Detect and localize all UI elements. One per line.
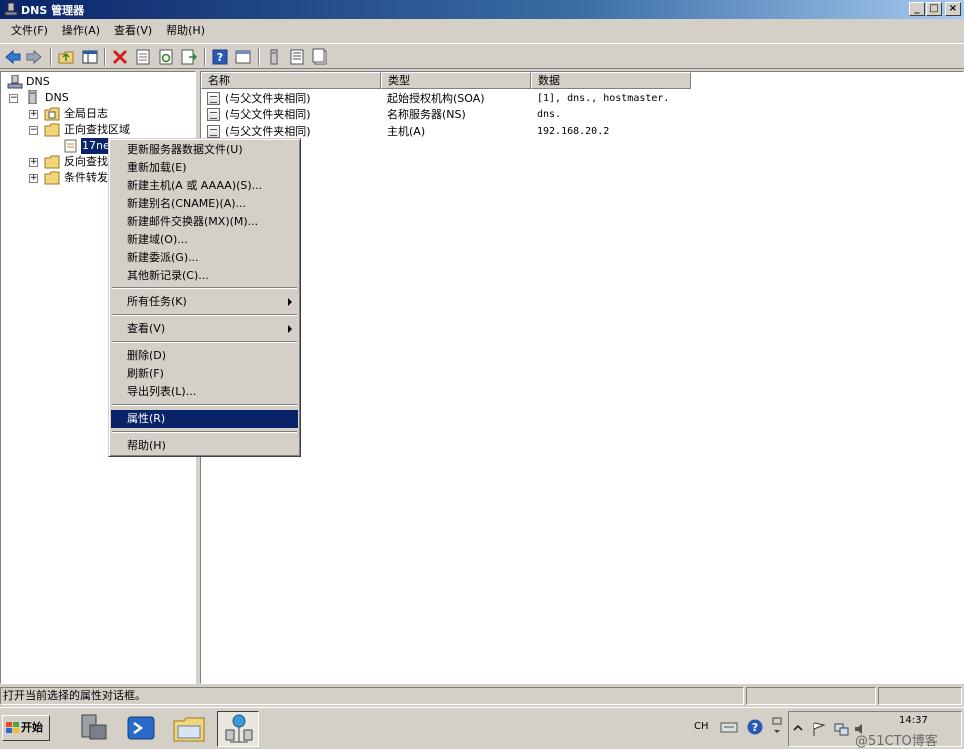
menu-export-list[interactable]: 导出列表(L)... xyxy=(111,383,298,401)
dns-root-icon xyxy=(7,75,23,89)
tray-expand-icon[interactable] xyxy=(793,723,803,733)
window-title: DNS 管理器 xyxy=(21,4,85,17)
refresh-icon[interactable] xyxy=(157,48,175,66)
menu-new-delegation[interactable]: 新建委派(G)... xyxy=(111,249,298,267)
record-icon xyxy=(207,125,220,138)
expand-icon[interactable]: + xyxy=(29,158,38,167)
server-icon xyxy=(28,90,37,104)
watermark-text: @51CTO博客 xyxy=(855,734,938,749)
menu-new-domain[interactable]: 新建域(O)... xyxy=(111,231,298,249)
ime-options-icon[interactable] xyxy=(770,716,784,738)
clock-time[interactable]: 14:37 xyxy=(899,715,928,726)
help-tray-icon[interactable]: ? xyxy=(746,718,764,736)
taskbar-explorer[interactable] xyxy=(168,711,210,747)
up-icon[interactable] xyxy=(57,48,75,66)
submenu-arrow-icon xyxy=(288,298,292,306)
keyboard-icon[interactable] xyxy=(720,719,738,735)
submenu-arrow-icon xyxy=(288,325,292,333)
folder-icon xyxy=(44,123,60,137)
taskbar-dns-manager[interactable] xyxy=(217,711,259,747)
menu-file[interactable]: 文件(F) xyxy=(4,21,55,41)
menu-other-new-records[interactable]: 其他新记录(C)... xyxy=(111,267,298,285)
record-icon xyxy=(207,108,220,121)
mmc-icon[interactable] xyxy=(234,48,252,66)
record-icon xyxy=(207,92,220,105)
status-bar: 打开当前选择的属性对话框。 xyxy=(0,686,964,706)
folder-icon xyxy=(44,155,60,169)
context-menu: 更新服务器数据文件(U) 重新加载(E) 新建主机(A 或 AAAA)(S)..… xyxy=(108,138,301,457)
menu-properties[interactable]: 属性(R) xyxy=(111,410,298,428)
dns-manager-icon xyxy=(225,714,253,743)
menu-new-host[interactable]: 新建主机(A 或 AAAA)(S)... xyxy=(111,177,298,195)
table-row[interactable]: (与父文件夹相同) 起始授权机构(SOA) [1], dns., hostmas… xyxy=(201,90,901,107)
server-icon[interactable] xyxy=(265,48,283,66)
maximize-button[interactable]: □ xyxy=(926,2,942,16)
status-panel xyxy=(746,687,876,705)
menu-reload[interactable]: 重新加载(E) xyxy=(111,159,298,177)
expand-icon[interactable]: + xyxy=(29,174,38,183)
column-data[interactable]: 数据 xyxy=(531,72,691,89)
menu-separator xyxy=(112,431,297,433)
column-name[interactable]: 名称 xyxy=(201,72,381,89)
menu-view-sub[interactable]: 查看(V) xyxy=(111,320,298,338)
windows-logo-icon xyxy=(6,722,19,733)
menu-new-mail-exchanger[interactable]: 新建邮件交换器(MX)(M)... xyxy=(111,213,298,231)
forward-icon[interactable] xyxy=(25,48,43,66)
collapse-icon[interactable]: − xyxy=(9,94,18,103)
menu-help[interactable]: 帮助(H) xyxy=(159,21,212,41)
svg-text:?: ? xyxy=(217,51,223,64)
minimize-button[interactable]: _ xyxy=(909,2,925,16)
powershell-icon xyxy=(127,716,155,740)
list-header: 名称 类型 数据 xyxy=(201,72,691,89)
list-icon[interactable] xyxy=(288,48,306,66)
menu-delete[interactable]: 删除(D) xyxy=(111,347,298,365)
close-button[interactable]: × xyxy=(945,2,961,16)
server-manager-icon xyxy=(81,714,107,740)
menu-separator xyxy=(112,287,297,289)
toolbar: ? xyxy=(0,43,964,69)
table-row[interactable]: (与父文件夹相同) 名称服务器(NS) dns. xyxy=(201,106,901,123)
dns-app-icon xyxy=(4,2,18,16)
svg-text:?: ? xyxy=(752,721,758,734)
language-indicator[interactable]: CH xyxy=(694,721,709,732)
help-icon[interactable]: ? xyxy=(211,48,229,66)
menu-view[interactable]: 查看(V) xyxy=(107,21,159,41)
menu-action[interactable]: 操作(A) xyxy=(55,21,107,41)
export-icon[interactable] xyxy=(180,48,198,66)
results-pane[interactable]: 名称 类型 数据 (与父文件夹相同) 起始授权机构(SOA) [1], dns.… xyxy=(200,71,964,684)
status-text: 打开当前选择的属性对话框。 xyxy=(0,687,744,705)
menu-new-alias[interactable]: 新建别名(CNAME)(A)... xyxy=(111,195,298,213)
system-tray: 14:37 @51CTO博客 xyxy=(788,711,962,749)
menu-refresh[interactable]: 刷新(F) xyxy=(111,365,298,383)
expand-icon[interactable]: + xyxy=(29,110,38,119)
status-panel xyxy=(878,687,962,705)
zone-icon xyxy=(64,139,77,153)
properties-icon[interactable] xyxy=(134,48,152,66)
show-hide-tree-icon[interactable] xyxy=(81,48,99,66)
start-button[interactable]: 开始 xyxy=(2,715,50,741)
doc-icon[interactable] xyxy=(311,48,329,66)
folder-icon xyxy=(44,171,60,185)
taskbar-server-manager[interactable] xyxy=(72,711,114,747)
taskbar: 开始 CH ? 14:37 @51CTO博客 xyxy=(0,707,964,749)
menu-separator xyxy=(112,314,297,316)
flag-icon[interactable] xyxy=(811,721,827,737)
menu-separator xyxy=(112,404,297,406)
menu-help-item[interactable]: 帮助(H) xyxy=(111,437,298,455)
column-type[interactable]: 类型 xyxy=(381,72,531,89)
title-bar: DNS 管理器 _ □ × xyxy=(0,0,964,19)
network-icon[interactable] xyxy=(833,721,849,737)
menu-update-server-data-file[interactable]: 更新服务器数据文件(U) xyxy=(111,141,298,159)
menu-all-tasks[interactable]: 所有任务(K) xyxy=(111,293,298,311)
explorer-folder-icon xyxy=(173,717,205,742)
back-icon[interactable] xyxy=(4,48,22,66)
log-folder-icon xyxy=(44,107,60,121)
taskbar-powershell[interactable] xyxy=(120,711,162,747)
table-row[interactable]: (与父文件夹相同) 主机(A) 192.168.20.2 xyxy=(201,123,901,140)
collapse-icon[interactable]: − xyxy=(29,126,38,135)
menu-separator xyxy=(112,341,297,343)
menu-bar: 文件(F) 操作(A) 查看(V) 帮助(H) xyxy=(0,20,964,42)
delete-icon[interactable] xyxy=(111,48,129,66)
